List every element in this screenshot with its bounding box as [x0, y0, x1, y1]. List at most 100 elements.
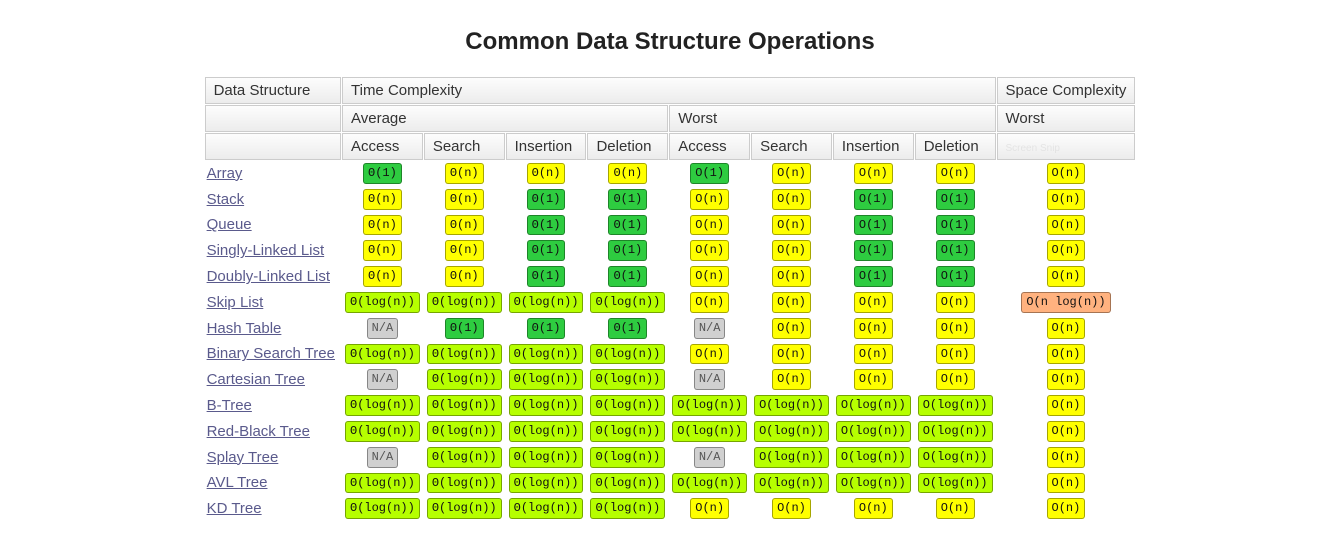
complexity-cell: Θ(log(n)) — [506, 342, 587, 367]
complexity-cell: O(log(n)) — [915, 393, 996, 418]
data-structure-name-cell: Red-Black Tree — [205, 419, 341, 444]
complexity-value: O(n) — [1047, 215, 1086, 236]
complexity-cell: O(1) — [915, 213, 996, 238]
complexity-value: O(n log(n)) — [1021, 292, 1110, 313]
complexity-value: O(log(n)) — [918, 421, 993, 442]
table-row: StackΘ(n)Θ(n)Θ(1)Θ(1)O(n)O(n)O(1)O(1)O(n… — [205, 187, 1136, 212]
complexity-cell: Θ(n) — [506, 161, 587, 186]
complexity-value: O(n) — [690, 189, 729, 210]
complexity-cell: O(n) — [833, 161, 914, 186]
data-structure-name-cell: Skip List — [205, 290, 341, 315]
complexity-value: O(log(n)) — [836, 395, 911, 416]
complexity-cell: Θ(n) — [424, 161, 505, 186]
complexity-value: O(n) — [854, 318, 893, 339]
complexity-cell: O(n) — [833, 367, 914, 392]
complexity-value: O(n) — [772, 163, 811, 184]
complexity-value: O(n) — [690, 292, 729, 313]
complexity-cell: O(log(n)) — [915, 445, 996, 470]
data-structure-link[interactable]: B-Tree — [207, 397, 252, 414]
complexity-value: O(n) — [1047, 240, 1086, 261]
complexity-value: O(n) — [1047, 447, 1086, 468]
data-structure-link[interactable]: Stack — [207, 191, 245, 208]
header-data-structure: Data Structure — [205, 77, 341, 104]
data-structure-link[interactable]: Red-Black Tree — [207, 423, 310, 440]
data-structure-link[interactable]: Singly-Linked List — [207, 242, 325, 259]
data-structure-name-cell: Doubly-Linked List — [205, 264, 341, 289]
data-structure-link[interactable]: KD Tree — [207, 500, 262, 517]
complexity-value: O(1) — [690, 163, 729, 184]
complexity-cell: O(1) — [669, 161, 750, 186]
complexity-value: O(log(n)) — [754, 395, 829, 416]
complexity-cell: Θ(1) — [506, 264, 587, 289]
complexity-cell: O(n) — [669, 213, 750, 238]
complexity-cell: Θ(1) — [424, 316, 505, 341]
complexity-cell: O(n) — [833, 342, 914, 367]
data-structure-link[interactable]: Cartesian Tree — [207, 371, 305, 388]
table-row: Red-Black TreeΘ(log(n))Θ(log(n))Θ(log(n)… — [205, 419, 1136, 444]
complexity-cell: O(n) — [997, 419, 1136, 444]
table-row: Doubly-Linked ListΘ(n)Θ(n)Θ(1)Θ(1)O(n)O(… — [205, 264, 1136, 289]
table-row: KD TreeΘ(log(n))Θ(log(n))Θ(log(n))Θ(log(… — [205, 496, 1136, 521]
data-structure-link[interactable]: Array — [207, 165, 243, 182]
complexity-cell: O(1) — [915, 187, 996, 212]
complexity-value: O(n) — [936, 292, 975, 313]
data-structure-name-cell: Queue — [205, 213, 341, 238]
complexity-value: O(n) — [854, 344, 893, 365]
complexity-value: Θ(log(n)) — [509, 498, 584, 519]
complexity-cell: Θ(log(n)) — [587, 342, 668, 367]
complexity-value: O(n) — [772, 292, 811, 313]
data-structure-name-cell: Array — [205, 161, 341, 186]
data-structure-name-cell: Binary Search Tree — [205, 342, 341, 367]
complexity-value: Θ(log(n)) — [509, 344, 584, 365]
complexity-cell: Θ(log(n)) — [424, 367, 505, 392]
complexity-value: Θ(1) — [527, 266, 566, 287]
complexity-cell: Θ(1) — [587, 187, 668, 212]
complexity-value: Θ(1) — [527, 240, 566, 261]
data-structure-link[interactable]: Splay Tree — [207, 449, 279, 466]
complexity-cell: O(log(n)) — [669, 419, 750, 444]
table-row: AVL TreeΘ(log(n))Θ(log(n))Θ(log(n))Θ(log… — [205, 471, 1136, 496]
data-structure-link[interactable]: Doubly-Linked List — [207, 268, 330, 285]
complexity-cell: Θ(n) — [424, 213, 505, 238]
data-structure-name-cell: AVL Tree — [205, 471, 341, 496]
complexity-cell: O(n) — [915, 161, 996, 186]
table-row: Skip ListΘ(log(n))Θ(log(n))Θ(log(n))Θ(lo… — [205, 290, 1136, 315]
complexity-cell: O(n) — [751, 213, 832, 238]
header-access-avg: Access — [342, 133, 423, 160]
complexity-value: Θ(log(n)) — [427, 447, 502, 468]
complexity-cell: Θ(n) — [342, 213, 423, 238]
header-insertion-worst: Insertion — [833, 133, 914, 160]
complexity-cell: O(1) — [833, 187, 914, 212]
complexity-value: Θ(1) — [608, 240, 647, 261]
complexity-value: O(log(n)) — [836, 421, 911, 442]
complexity-cell: Θ(1) — [587, 238, 668, 263]
data-structure-link[interactable]: Binary Search Tree — [207, 345, 335, 362]
complexity-value: O(n) — [690, 215, 729, 236]
data-structure-link[interactable]: Skip List — [207, 294, 264, 311]
header-watermark-cell: Screen Snip — [997, 133, 1136, 160]
complexity-value: O(n) — [854, 292, 893, 313]
complexity-cell: O(n) — [751, 161, 832, 186]
complexity-value: O(1) — [936, 266, 975, 287]
complexity-cell: O(n) — [669, 342, 750, 367]
complexity-cell: O(n) — [997, 445, 1136, 470]
complexity-cell: Θ(1) — [506, 187, 587, 212]
complexity-value: Θ(n) — [445, 189, 484, 210]
complexity-cell: N/A — [342, 316, 423, 341]
complexity-value: Θ(log(n)) — [427, 369, 502, 390]
complexity-cell: O(log(n)) — [915, 471, 996, 496]
complexity-value: Θ(log(n)) — [345, 292, 420, 313]
data-structure-link[interactable]: AVL Tree — [207, 474, 268, 491]
header-deletion-worst: Deletion — [915, 133, 996, 160]
data-structure-link[interactable]: Hash Table — [207, 320, 282, 337]
complexity-value: Θ(log(n)) — [345, 395, 420, 416]
table-header: Data Structure Time Complexity Space Com… — [205, 77, 1136, 160]
complexity-value: O(n) — [854, 163, 893, 184]
complexity-cell: O(log(n)) — [751, 419, 832, 444]
complexity-cell: O(log(n)) — [669, 393, 750, 418]
data-structure-link[interactable]: Queue — [207, 216, 252, 233]
complexity-cell: O(n) — [833, 316, 914, 341]
complexity-cell: Θ(1) — [506, 316, 587, 341]
data-structure-name-cell: Hash Table — [205, 316, 341, 341]
complexity-value: O(log(n)) — [672, 421, 747, 442]
